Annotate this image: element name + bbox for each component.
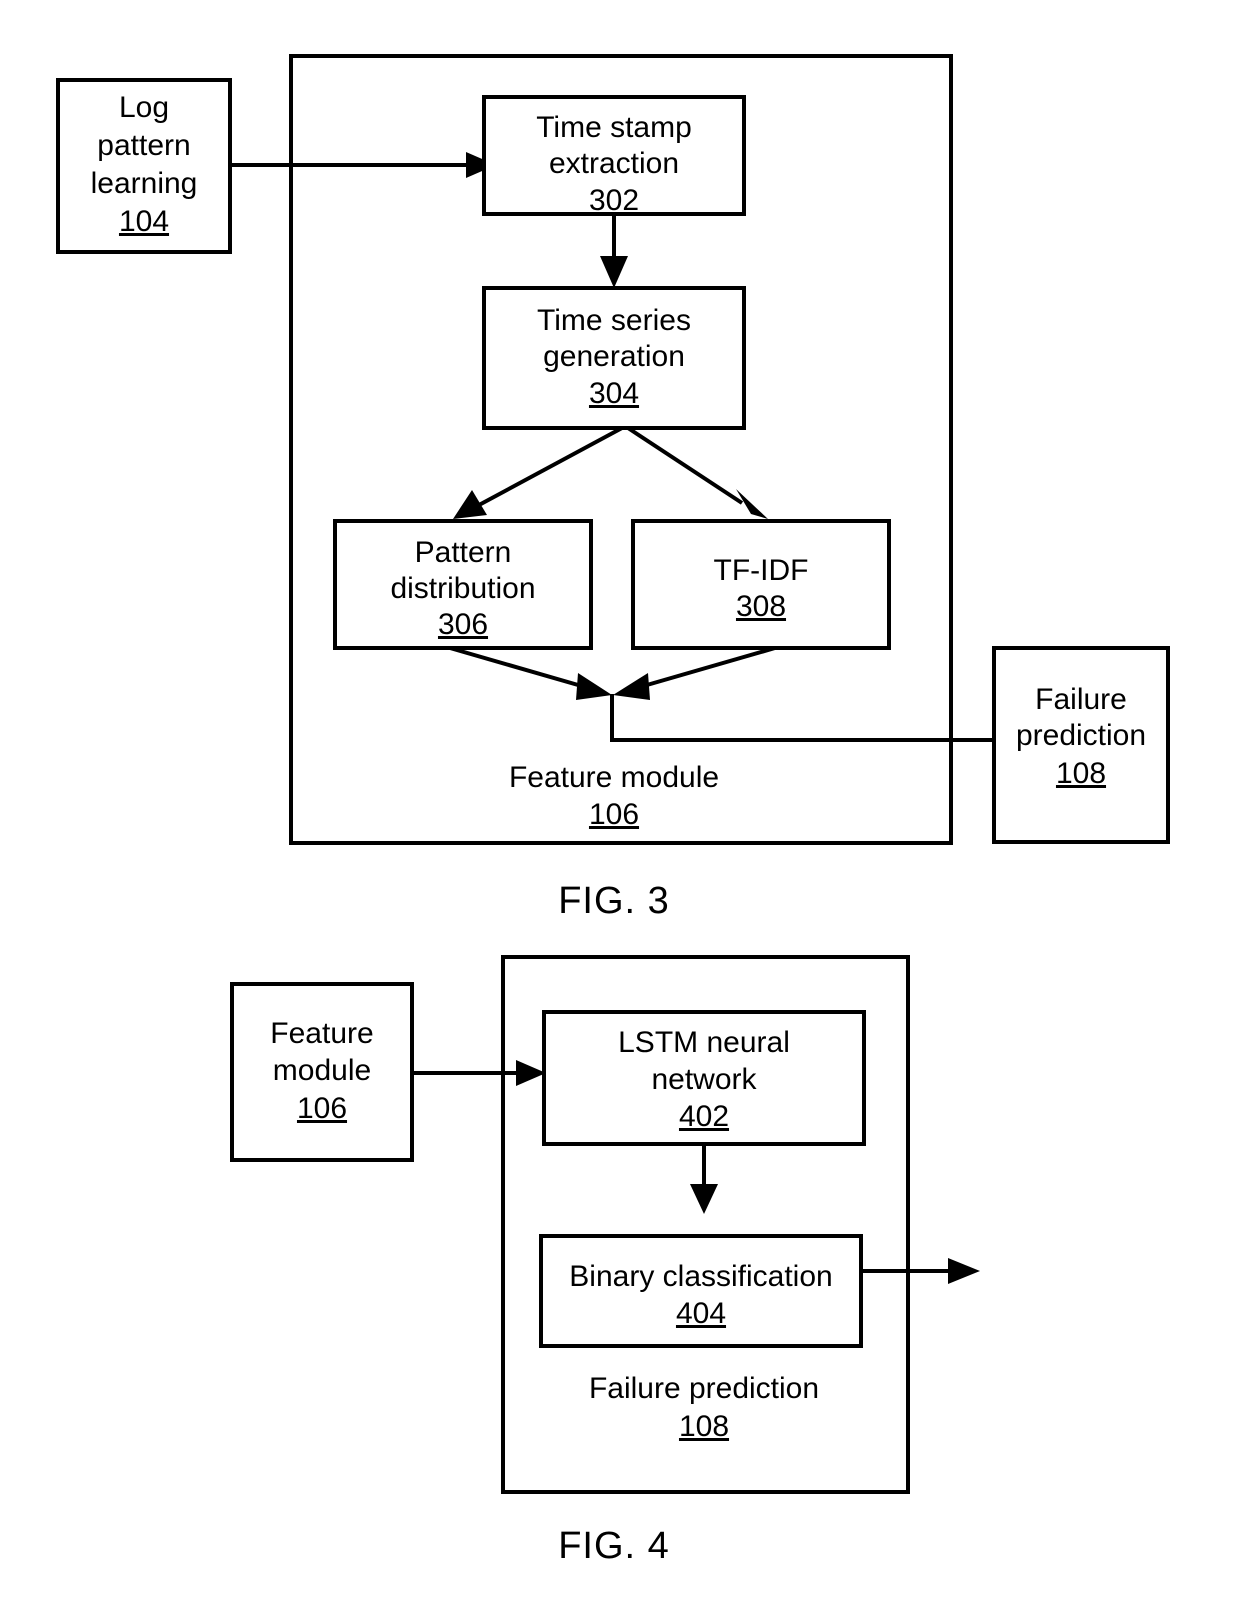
figure-3-group: Log pattern learning 104 Time stamp extr…: [56, 54, 1170, 922]
time-series-generation-ref: 304: [589, 377, 639, 410]
figure-canvas: Log pattern learning 104 Time stamp extr…: [56, 54, 1170, 1567]
arrow-308-to-merge-line: [639, 646, 776, 689]
figure-4-group: Feature module 106 LSTM neural network 4…: [230, 955, 980, 1567]
tf-idf-label-line1: TF-IDF: [714, 554, 809, 587]
arrow-404-output-head: [948, 1258, 980, 1284]
arrow-306-to-merge-line: [449, 646, 586, 689]
failure-prediction-label-line2: prediction: [1016, 719, 1146, 752]
binary-classification-label-line1: Binary classification: [569, 1260, 832, 1293]
time-series-generation-label-line1: Time series: [537, 304, 691, 337]
failure-prediction-container-ref: 108: [679, 1410, 729, 1443]
arrow-402-to-404-head: [690, 1184, 718, 1214]
arrow-106-to-402-head: [516, 1060, 546, 1086]
time-stamp-extraction-label-line2: extraction: [549, 147, 679, 180]
lstm-neural-network-label-line2: network: [651, 1063, 757, 1096]
arrow-304-to-308-line: [626, 426, 744, 505]
log-pattern-learning-label-line2: pattern: [97, 129, 190, 162]
arrow-302-to-304-head: [600, 256, 628, 288]
lstm-neural-network-ref: 402: [679, 1100, 729, 1133]
feature-module-container-label: Feature module: [509, 761, 719, 794]
fig-3-caption: FIG. 3: [558, 880, 670, 922]
arrow-304-to-306-line: [478, 426, 623, 507]
time-series-generation-label-line2: generation: [543, 340, 685, 373]
log-pattern-learning-label-line1: Log: [119, 91, 169, 124]
failure-prediction-label-line1: Failure: [1035, 683, 1127, 716]
binary-classification-ref: 404: [676, 1297, 726, 1330]
patent-drawing-page: Log pattern learning 104 Time stamp extr…: [0, 0, 1240, 1610]
fig-4-caption: FIG. 4: [558, 1525, 670, 1567]
feature-module-container-ref: 106: [589, 798, 639, 831]
arrow-308-to-merge-head: [613, 673, 650, 700]
feature-module-label-line1: Feature: [270, 1017, 373, 1050]
time-stamp-extraction-label-line1: Time stamp: [536, 111, 692, 144]
arrow-306-to-merge-head: [576, 673, 612, 700]
pattern-distribution-label-line2: distribution: [390, 572, 535, 605]
failure-prediction-ref: 108: [1056, 757, 1106, 790]
lstm-neural-network-label-line1: LSTM neural: [618, 1026, 790, 1059]
tf-idf-ref: 308: [736, 590, 786, 623]
pattern-distribution-label-line1: Pattern: [415, 536, 512, 569]
failure-prediction-container-label: Failure prediction: [589, 1372, 819, 1405]
feature-module-label-line2: module: [273, 1054, 371, 1087]
log-pattern-learning-label-line3: learning: [91, 167, 198, 200]
pattern-distribution-ref: 306: [438, 608, 488, 641]
log-pattern-learning-ref: 104: [119, 205, 169, 238]
time-stamp-extraction-ref: 302: [589, 184, 639, 217]
feature-module-ref: 106: [297, 1092, 347, 1125]
